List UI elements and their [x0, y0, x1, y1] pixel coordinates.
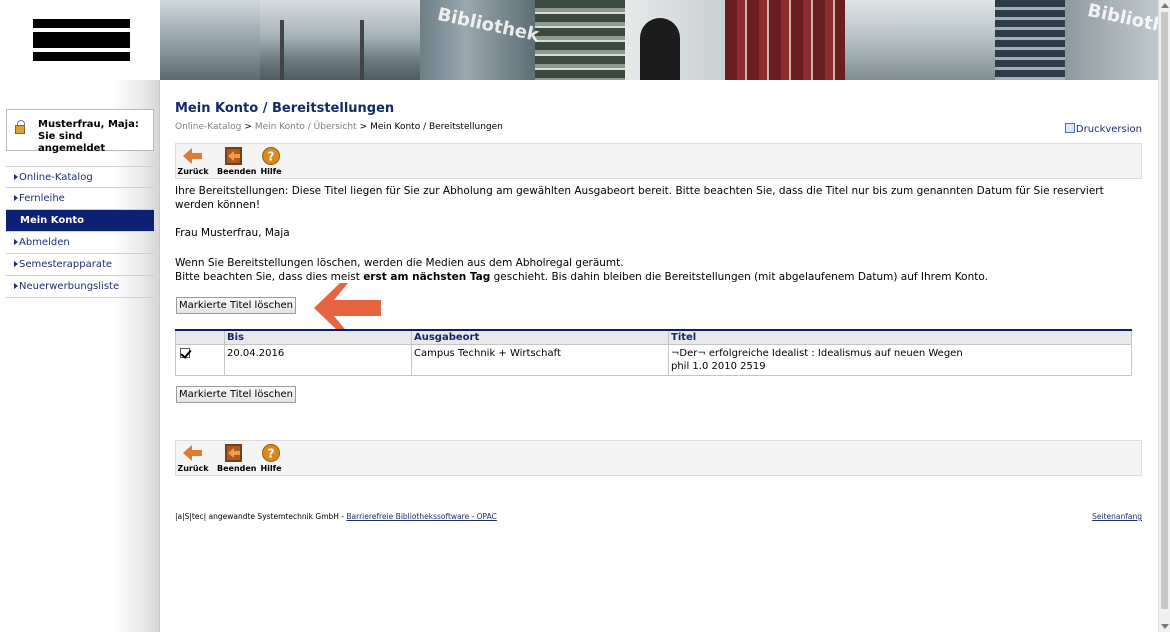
- library-logo[interactable]: [0, 0, 160, 80]
- note-emphasis: erst am nächsten Tag: [363, 271, 491, 283]
- breadcrumb-separator: >: [244, 122, 252, 132]
- header-banner: Bibliothek Bibliothek: [160, 0, 1170, 80]
- lock-icon: [15, 120, 25, 134]
- footer-opac-link[interactable]: Barrierefreie Bibliothekssoftware - OPAC: [346, 512, 496, 521]
- breadcrumb-online-katalog[interactable]: Online-Katalog: [175, 122, 241, 132]
- page-title: Mein Konto / Bereitstellungen: [175, 101, 395, 116]
- table-cell-ausgabeort: Campus Technik + Wirtschaft: [411, 343, 669, 376]
- column-header-bis: Bis: [224, 329, 412, 345]
- login-status-text: Musterfrau, Maja: Sie sind angemeldet: [38, 119, 139, 154]
- exit-label: Beenden: [217, 464, 257, 473]
- scroll-down-icon[interactable]: [1161, 624, 1169, 629]
- provisions-table: Bis Ausgabeort Titel 20.04.2016 Campus T…: [175, 329, 1132, 376]
- toolbar-top: Zurück Beenden ? Hilfe: [175, 143, 1142, 179]
- delete-note-line2: Bitte beachten Sie, dass dies meist erst…: [175, 270, 988, 284]
- scrollbar-thumb[interactable]: [1161, 12, 1168, 609]
- help-button[interactable]: ? Hilfe: [254, 147, 288, 176]
- arrow-left-icon: [183, 445, 202, 461]
- back-to-top-link[interactable]: Seitenanfang: [1092, 512, 1142, 521]
- back-label: Zurück: [177, 464, 209, 473]
- toolbar-bottom: Zurück Beenden ? Hilfe: [175, 440, 1142, 476]
- help-button[interactable]: ? Hilfe: [254, 444, 288, 473]
- back-label: Zurück: [177, 167, 209, 176]
- help-icon: ?: [262, 147, 280, 165]
- help-label: Hilfe: [260, 167, 282, 176]
- column-header-titel: Titel: [668, 329, 1132, 345]
- sidebar-item-label: Fernleihe: [19, 193, 65, 204]
- breadcrumb-konto-uebersicht[interactable]: Mein Konto / Übersicht: [255, 122, 357, 132]
- breadcrumb-separator: >: [359, 122, 368, 132]
- column-header-ausgabeort: Ausgabeort: [411, 329, 669, 345]
- breadcrumb: Online-Katalog > Mein Konto / Übersicht > Me…: [175, 122, 503, 132]
- exit-door-icon: [225, 147, 242, 165]
- sidebar-item-label: Mein Konto: [20, 215, 84, 226]
- arrow-right-icon: [14, 195, 18, 201]
- scroll-up-icon[interactable]: [1161, 3, 1169, 8]
- print-version-label: Druckversion: [1075, 124, 1142, 135]
- arrow-right-icon: [14, 261, 18, 267]
- exit-button[interactable]: Beenden: [217, 147, 257, 176]
- delete-note-line1: Wenn Sie Bereitstellungen löschen, werde…: [175, 257, 624, 269]
- sidebar-item-label: Abmelden: [19, 237, 70, 248]
- table-header-row: Bis Ausgabeort Titel: [175, 329, 1132, 345]
- help-label: Hilfe: [260, 464, 282, 473]
- arrow-left-annotation-icon: [314, 283, 381, 333]
- breadcrumb-current: Mein Konto / Bereitstellungen: [370, 122, 503, 132]
- svg-text:?: ?: [268, 447, 275, 461]
- exit-door-icon: [225, 444, 242, 462]
- title-text: ¬Der¬ erfolgreiche Idealist : Idealismus…: [671, 347, 963, 359]
- login-status-box: Musterfrau, Maja: Sie sind angemeldet: [6, 109, 154, 154]
- sidebar-item-label: Semesterapparate: [19, 259, 113, 270]
- table-cell-select: [175, 343, 225, 376]
- sidebar-item-mein-konto[interactable]: Mein Konto: [6, 210, 154, 232]
- intro-text: Ihre Bereitstellungen: Diese Titel liege…: [175, 185, 1104, 211]
- logo-icon: [33, 19, 130, 61]
- back-button[interactable]: Zurück: [176, 147, 210, 176]
- sidebar-item-label: Online-Katalog: [19, 172, 93, 183]
- back-button[interactable]: Zurück: [176, 444, 210, 473]
- sidebar-item-fernleihe[interactable]: Fernleihe: [6, 188, 154, 210]
- sidebar-nav: Online-Katalog Fernleihe Mein Konto Abme…: [6, 166, 154, 298]
- sidebar-item-semesterapparate[interactable]: Semesterapparate: [6, 254, 154, 276]
- print-version-link[interactable]: Druckversion: [1064, 123, 1142, 135]
- note-text: geschieht. Bis dahin bleiben die Bereits…: [490, 271, 988, 283]
- exit-button[interactable]: Beenden: [217, 444, 257, 473]
- arrow-right-icon: [14, 174, 18, 180]
- arrow-left-icon: [183, 148, 202, 164]
- sidebar-item-abmelden[interactable]: Abmelden: [6, 232, 154, 254]
- sidebar-item-online-katalog[interactable]: Online-Katalog: [6, 166, 154, 188]
- footer-company-name: |a|S|tec| angewandte Systemtechnik GmbH …: [175, 512, 345, 521]
- table-cell-bis: 20.04.2016: [224, 343, 412, 376]
- exit-label: Beenden: [217, 167, 257, 176]
- printer-icon: [1064, 123, 1075, 133]
- vertical-scrollbar[interactable]: [1158, 0, 1170, 632]
- sidebar-item-label: Neuerwerbungsliste: [19, 281, 120, 292]
- svg-text:?: ?: [268, 150, 275, 164]
- delete-marked-button-top[interactable]: Markierte Titel löschen: [176, 297, 296, 314]
- column-header-select: [175, 329, 225, 345]
- table-cell-titel: ¬Der¬ erfolgreiche Idealist : Idealismus…: [668, 343, 1132, 376]
- sidebar: Musterfrau, Maja: Sie sind angemeldet On…: [0, 80, 160, 632]
- user-name: Frau Musterfrau, Maja: [175, 227, 290, 239]
- delete-marked-button-bottom[interactable]: Markierte Titel löschen: [176, 386, 296, 403]
- row-select-checkbox[interactable]: [180, 347, 190, 358]
- footer-company: |a|S|tec| angewandte Systemtechnik GmbH …: [175, 512, 497, 521]
- arrow-right-icon: [14, 283, 18, 289]
- arrow-right-icon: [14, 239, 18, 245]
- call-number: phil 1.0 2010 2519: [671, 360, 766, 372]
- sidebar-item-neuerwerbungsliste[interactable]: Neuerwerbungsliste: [6, 276, 154, 298]
- help-icon: ?: [262, 444, 280, 462]
- table-row: 20.04.2016 Campus Technik + Wirtschaft ¬…: [175, 343, 1132, 376]
